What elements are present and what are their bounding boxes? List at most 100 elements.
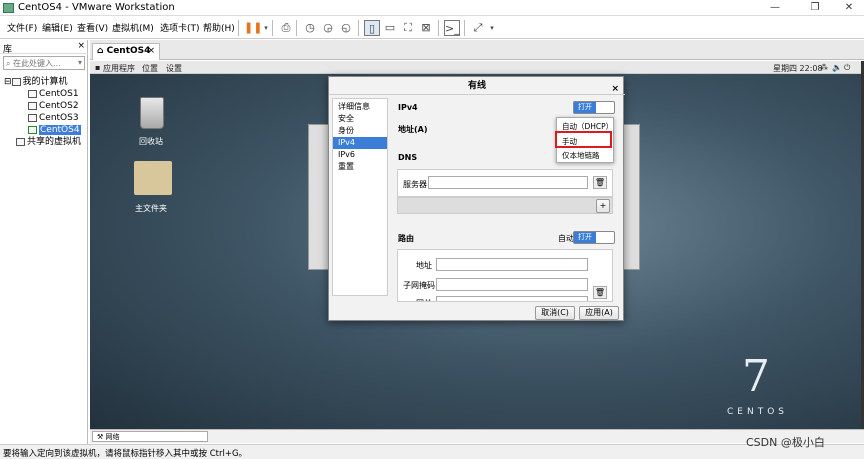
dialog-sidebar: 详细信息 安全 身份 IPv4 IPv6 重置 bbox=[332, 98, 388, 296]
library-panel: 库 × ⌕ 在此处键入... ▾ ⊟ 我的计算机 CentOS1 CentOS2 … bbox=[0, 40, 88, 459]
csdn-watermark: CSDN @极小白 bbox=[746, 436, 825, 449]
desktop-home-label: 主文件夹 bbox=[135, 204, 167, 213]
window-titlebar: CentOS4 - VMware Workstation — ❐ ✕ bbox=[0, 0, 864, 16]
library-search-placeholder: 在此处键入... bbox=[13, 59, 61, 68]
gnome-applications-menu[interactable]: 应用程序 bbox=[103, 63, 135, 74]
sidebar-item-identity[interactable]: 身份 bbox=[333, 125, 387, 137]
gnome-clock[interactable]: 星期四 22:08 bbox=[773, 63, 823, 74]
menu-help[interactable]: 帮助(H) bbox=[203, 21, 235, 34]
thumbnail-view-icon[interactable]: ▭ bbox=[382, 20, 398, 36]
network-icon[interactable]: ⁂ bbox=[820, 63, 828, 72]
gnome-settings-menu[interactable]: 设置 bbox=[166, 63, 182, 74]
wired-settings-dialog: 有线 × 详细信息 安全 身份 IPv4 IPv6 重置 IPv4 打开 地址(… bbox=[328, 76, 625, 321]
sidebar-item-ipv4[interactable]: IPv4 bbox=[333, 137, 387, 149]
dns-add-button[interactable]: + bbox=[596, 199, 610, 213]
library-header: 库 × bbox=[0, 40, 88, 55]
revert-snapshot-icon[interactable]: ◶ bbox=[320, 20, 336, 36]
shared-vm-icon bbox=[16, 137, 25, 146]
cancel-button[interactable]: 取消(C) bbox=[535, 306, 575, 320]
power-icon[interactable]: ⏻ bbox=[844, 63, 850, 73]
console-view-icon[interactable]: >_ bbox=[444, 20, 460, 36]
desktop-home-folder[interactable]: 主文件夹 bbox=[126, 161, 176, 213]
sidebar-toggle-icon[interactable]: ▯ bbox=[364, 20, 380, 36]
tree-item-centos1[interactable]: CentOS1 bbox=[28, 88, 79, 100]
toolbar-divider bbox=[296, 20, 297, 36]
ipv4-toggle-label: 打开 bbox=[574, 102, 596, 113]
menu-tabs[interactable]: 选项卡(T) bbox=[160, 21, 200, 34]
sidebar-item-security[interactable]: 安全 bbox=[333, 113, 387, 125]
menu-file[interactable]: 文件(F) bbox=[7, 21, 37, 34]
menubar: 文件(F) 编辑(E) 查看(V) 虚拟机(M) 选项卡(T) 帮助(H) ❚❚… bbox=[0, 17, 864, 39]
tree-item-centos2[interactable]: CentOS2 bbox=[28, 100, 79, 112]
collapse-icon[interactable]: ⊟ bbox=[4, 77, 12, 87]
gnome-top-bar: ▪ 应用程序 位置 设置 星期四 22:08 ⁂ 🔈 ⏻ bbox=[90, 61, 861, 74]
tree-item-label: CentOS4 bbox=[39, 125, 81, 135]
ipv4-toggle[interactable]: 打开 bbox=[573, 101, 615, 114]
dropdown-option-link-local[interactable]: 仅本地链路 bbox=[560, 149, 612, 162]
unity-icon[interactable]: ⊠ bbox=[418, 20, 434, 36]
vm-icon bbox=[28, 89, 37, 98]
menu-view[interactable]: 查看(V) bbox=[77, 21, 108, 34]
dns-server-label: 服务器 bbox=[403, 180, 427, 189]
gnome-places-menu[interactable]: 位置 bbox=[142, 63, 158, 74]
tree-item-label: CentOS1 bbox=[39, 89, 79, 99]
tree-item-centos4[interactable]: CentOS4 bbox=[28, 124, 81, 136]
trash-icon[interactable]: 🗑 bbox=[593, 176, 607, 189]
vm-taskbar-window[interactable]: ⚒ 网络 bbox=[92, 431, 208, 442]
vmware-app-icon bbox=[3, 3, 14, 13]
routes-auto-toggle[interactable]: 打开 bbox=[573, 231, 615, 244]
routes-box: 地址 子网掩码 网关 🗑 bbox=[397, 249, 613, 302]
routes-toggle-label: 打开 bbox=[574, 232, 596, 243]
chevron-down-icon[interactable]: ▾ bbox=[78, 58, 82, 67]
snapshot-icon[interactable]: ◷ bbox=[302, 20, 318, 36]
trash-icon[interactable]: 🗑 bbox=[593, 286, 607, 299]
library-close-button[interactable]: × bbox=[77, 41, 85, 51]
minimize-button[interactable]: — bbox=[760, 0, 790, 16]
menu-edit[interactable]: 编辑(E) bbox=[42, 21, 73, 34]
dialog-close-button[interactable]: × bbox=[611, 80, 619, 98]
dns-add-row: + bbox=[397, 197, 613, 214]
vm-display[interactable]: ▪ 应用程序 位置 设置 星期四 22:08 ⁂ 🔈 ⏻ 回收站 主文件夹 有线… bbox=[90, 61, 861, 429]
maximize-button[interactable]: ❐ bbox=[800, 0, 830, 16]
desktop-trash[interactable]: 回收站 bbox=[126, 97, 176, 147]
volume-icon[interactable]: 🔈 bbox=[832, 63, 842, 72]
search-icon: ⌕ bbox=[6, 59, 11, 68]
tree-item-centos3[interactable]: CentOS3 bbox=[28, 112, 79, 124]
chevron-down-icon[interactable]: ▾ bbox=[484, 20, 500, 36]
close-window-button[interactable]: ✕ bbox=[834, 0, 864, 16]
tab-centos4[interactable]: ⌂ CentOS4 × bbox=[92, 43, 160, 60]
sidebar-item-reset[interactable]: 重置 bbox=[333, 161, 387, 173]
menu-vm[interactable]: 虚拟机(M) bbox=[112, 21, 154, 34]
vm-tab-bar: ⌂ CentOS4 × bbox=[90, 40, 864, 60]
sidebar-item-ipv6[interactable]: IPv6 bbox=[333, 149, 387, 161]
snapshot-manager-icon[interactable]: ◵ bbox=[338, 20, 354, 36]
routes-auto-label: 自动 bbox=[558, 234, 574, 243]
route-netmask-input[interactable] bbox=[436, 278, 588, 291]
tab-label: CentOS4 bbox=[106, 46, 151, 56]
route-netmask-label: 子网掩码 bbox=[403, 281, 435, 290]
home-icon: ⌂ bbox=[97, 46, 104, 56]
sidebar-item-details[interactable]: 详细信息 bbox=[333, 101, 387, 113]
apply-button[interactable]: 应用(A) bbox=[579, 306, 619, 320]
toolbar-divider bbox=[238, 20, 239, 36]
dns-box: 服务器 🗑 bbox=[397, 169, 613, 197]
toolbar-divider bbox=[438, 20, 439, 36]
tree-shared-vms[interactable]: 共享的虚拟机 bbox=[16, 136, 81, 148]
library-title: 库 bbox=[3, 45, 13, 55]
tree-item-label: CentOS3 bbox=[39, 113, 79, 123]
computer-icon bbox=[11, 77, 21, 86]
library-search-input[interactable]: ⌕ 在此处键入... ▾ bbox=[3, 56, 85, 70]
tree-my-computer[interactable]: ⊟ 我的计算机 bbox=[4, 76, 68, 88]
dns-label: DNS bbox=[398, 153, 418, 162]
tab-close-button[interactable]: × bbox=[147, 46, 155, 56]
ipv4-header: IPv4 bbox=[398, 103, 418, 112]
route-address-input[interactable] bbox=[436, 258, 588, 271]
dialog-title-text: 有线 bbox=[467, 81, 486, 91]
tree-my-computer-label: 我的计算机 bbox=[22, 77, 68, 87]
send-ctrl-alt-del-icon[interactable]: ⎙ bbox=[278, 20, 294, 36]
vm-icon bbox=[28, 113, 37, 122]
full-screen-icon[interactable]: ⛶ bbox=[400, 20, 416, 36]
route-address-label: 地址 bbox=[416, 261, 432, 270]
route-gateway-input[interactable] bbox=[436, 296, 588, 301]
dns-server-input[interactable] bbox=[428, 176, 588, 189]
